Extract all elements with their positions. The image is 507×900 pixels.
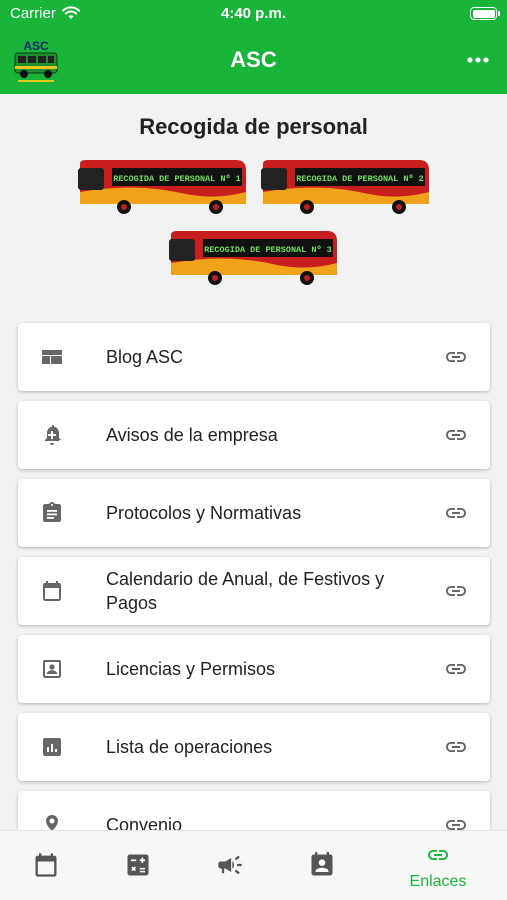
page-title: Recogida de personal	[139, 114, 368, 139]
nav-item-calculator[interactable]	[92, 831, 184, 900]
link-icon	[446, 820, 466, 830]
bus-image-1: RECOGIDA DE PERSONAL Nº 1	[78, 160, 246, 214]
link-card-label: Calendario de Anual, de Festivos y Pagos	[106, 569, 385, 613]
link-icon	[446, 352, 466, 362]
calendar-icon	[35, 853, 57, 877]
status-bar: Carrier 4:40 p.m.	[0, 0, 507, 30]
nav-label-enlaces: Enlaces	[409, 873, 467, 890]
link-card-licencias[interactable]: Licencias y Permisos	[18, 635, 490, 703]
location-icon	[46, 815, 58, 830]
svg-text:RECOGIDA DE PERSONAL Nº 3: RECOGIDA DE PERSONAL Nº 3	[204, 245, 332, 255]
link-card-label: Convenio	[106, 815, 183, 830]
contact-card-icon	[311, 852, 333, 876]
nav-item-announcements[interactable]	[184, 831, 276, 900]
megaphone-icon	[218, 855, 242, 875]
link-card-avisos[interactable]: Avisos de la empresa	[18, 401, 490, 469]
link-icon	[446, 664, 466, 674]
nav-item-calendar[interactable]	[0, 831, 92, 900]
link-card-convenio[interactable]: Convenio	[18, 791, 490, 830]
link-card-calendario[interactable]: Calendario de Anual, de Festivos y Pagos	[18, 557, 490, 625]
calculator-icon	[127, 854, 149, 876]
link-icon	[446, 742, 466, 752]
link-card-operaciones[interactable]: Lista de operaciones	[18, 713, 490, 781]
nav-item-enlaces[interactable]: Enlaces	[392, 831, 484, 900]
main-content[interactable]: Recogida de personal RECOGIDA DE PERSONA…	[0, 94, 507, 830]
svg-text:RECOGIDA DE PERSONAL Nº 1: RECOGIDA DE PERSONAL Nº 1	[113, 174, 241, 184]
link-card-label: Licencias y Permisos	[106, 659, 276, 679]
bus-image-2: RECOGIDA DE PERSONAL Nº 2	[261, 160, 429, 214]
web-icon	[42, 350, 62, 364]
more-options-icon[interactable]	[463, 48, 493, 72]
clock: 4:40 p.m.	[220, 5, 287, 22]
bottom-navigation: Enlaces	[0, 830, 507, 900]
link-card-label: Avisos de la empresa	[106, 425, 278, 445]
chart-icon	[43, 738, 61, 756]
calendar-icon	[43, 581, 61, 601]
link-icon	[446, 508, 466, 518]
link-icon	[428, 850, 448, 860]
battery-icon	[470, 7, 500, 20]
app-title: ASC	[230, 47, 277, 72]
link-card-label: Lista de operaciones	[106, 737, 273, 757]
bell-plus-icon	[45, 425, 61, 445]
bus-image-3: RECOGIDA DE PERSONAL Nº 3	[169, 231, 337, 285]
clipboard-icon	[43, 502, 61, 522]
svg-text:RECOGIDA DE PERSONAL Nº 2: RECOGIDA DE PERSONAL Nº 2	[296, 174, 424, 184]
portrait-icon	[43, 660, 61, 678]
link-card-label: Protocolos y Normativas	[106, 503, 302, 523]
link-icon	[446, 586, 466, 596]
link-card-label: Blog ASC	[106, 347, 184, 367]
link-card-protocolos[interactable]: Protocolos y Normativas	[18, 479, 490, 547]
link-icon	[446, 430, 466, 440]
nav-item-contacts[interactable]	[276, 831, 368, 900]
app-bar: ASC ASC	[0, 30, 507, 94]
link-card-blog-asc[interactable]: Blog ASC	[18, 323, 490, 391]
